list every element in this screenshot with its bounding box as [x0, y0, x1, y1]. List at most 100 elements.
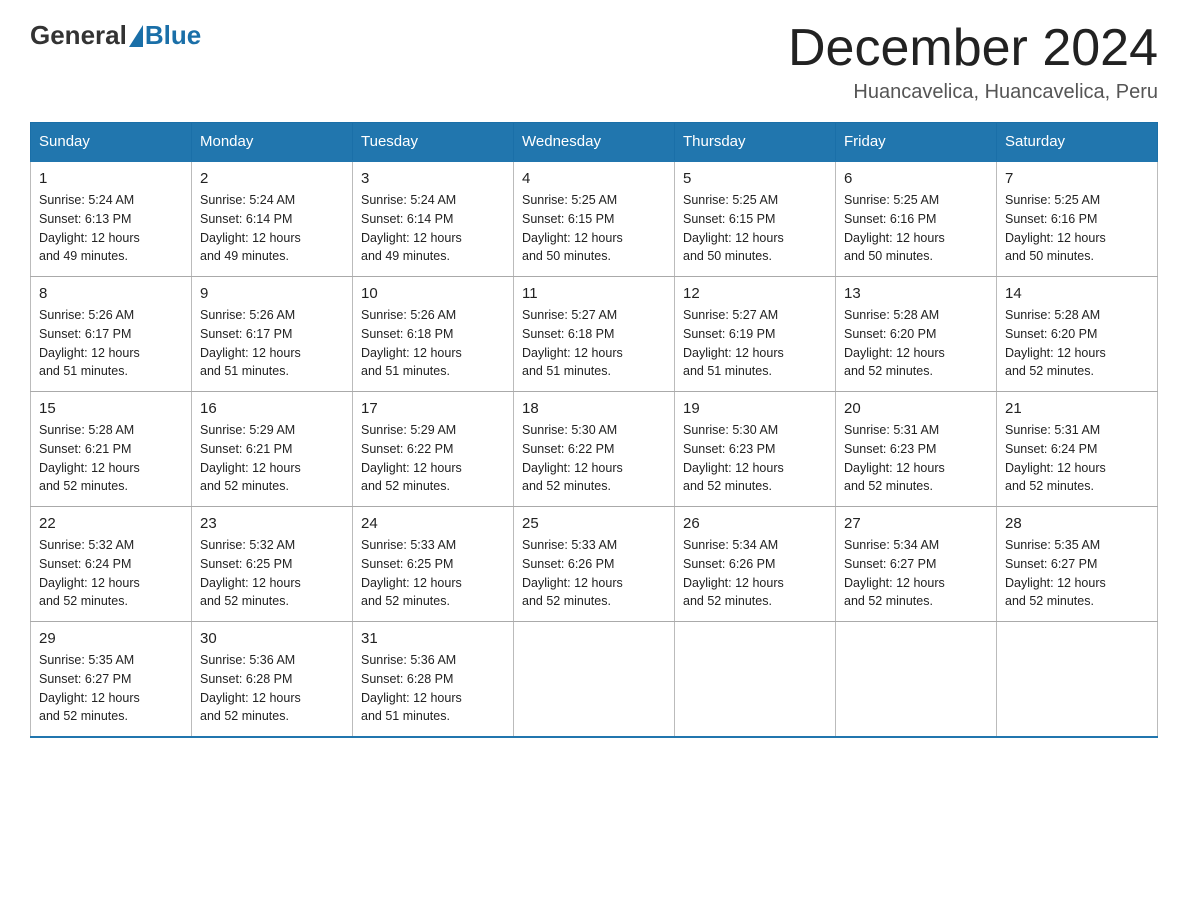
calendar-cell: 7 Sunrise: 5:25 AMSunset: 6:16 PMDayligh… [997, 161, 1158, 277]
calendar-cell: 1 Sunrise: 5:24 AMSunset: 6:13 PMDayligh… [31, 161, 192, 277]
day-number: 10 [361, 285, 505, 302]
calendar-cell: 16 Sunrise: 5:29 AMSunset: 6:21 PMDaylig… [192, 392, 353, 507]
day-info: Sunrise: 5:29 AMSunset: 6:21 PMDaylight:… [200, 421, 344, 496]
calendar-cell: 11 Sunrise: 5:27 AMSunset: 6:18 PMDaylig… [514, 277, 675, 392]
calendar-week-1: 1 Sunrise: 5:24 AMSunset: 6:13 PMDayligh… [31, 161, 1158, 277]
day-info: Sunrise: 5:24 AMSunset: 6:14 PMDaylight:… [361, 191, 505, 266]
calendar-week-3: 15 Sunrise: 5:28 AMSunset: 6:21 PMDaylig… [31, 392, 1158, 507]
calendar-cell: 3 Sunrise: 5:24 AMSunset: 6:14 PMDayligh… [353, 161, 514, 277]
day-info: Sunrise: 5:28 AMSunset: 6:20 PMDaylight:… [844, 306, 988, 381]
calendar-cell: 8 Sunrise: 5:26 AMSunset: 6:17 PMDayligh… [31, 277, 192, 392]
day-number: 17 [361, 400, 505, 417]
day-info: Sunrise: 5:28 AMSunset: 6:20 PMDaylight:… [1005, 306, 1149, 381]
day-number: 14 [1005, 285, 1149, 302]
day-info: Sunrise: 5:26 AMSunset: 6:18 PMDaylight:… [361, 306, 505, 381]
day-number: 9 [200, 285, 344, 302]
day-number: 29 [39, 630, 183, 647]
header-saturday: Saturday [997, 123, 1158, 162]
day-info: Sunrise: 5:25 AMSunset: 6:16 PMDaylight:… [844, 191, 988, 266]
calendar-table: Sunday Monday Tuesday Wednesday Thursday… [30, 122, 1158, 738]
day-number: 8 [39, 285, 183, 302]
calendar-cell: 6 Sunrise: 5:25 AMSunset: 6:16 PMDayligh… [836, 161, 997, 277]
calendar-cell: 21 Sunrise: 5:31 AMSunset: 6:24 PMDaylig… [997, 392, 1158, 507]
day-number: 20 [844, 400, 988, 417]
day-number: 19 [683, 400, 827, 417]
calendar-cell: 2 Sunrise: 5:24 AMSunset: 6:14 PMDayligh… [192, 161, 353, 277]
header-wednesday: Wednesday [514, 123, 675, 162]
logo-triangle-icon [129, 25, 143, 47]
day-number: 6 [844, 170, 988, 187]
day-info: Sunrise: 5:32 AMSunset: 6:25 PMDaylight:… [200, 536, 344, 611]
day-info: Sunrise: 5:31 AMSunset: 6:23 PMDaylight:… [844, 421, 988, 496]
title-area: December 2024 Huancavelica, Huancavelica… [788, 20, 1158, 104]
day-info: Sunrise: 5:24 AMSunset: 6:13 PMDaylight:… [39, 191, 183, 266]
month-title: December 2024 [788, 20, 1158, 77]
day-number: 25 [522, 515, 666, 532]
calendar-cell: 26 Sunrise: 5:34 AMSunset: 6:26 PMDaylig… [675, 507, 836, 622]
calendar-cell: 14 Sunrise: 5:28 AMSunset: 6:20 PMDaylig… [997, 277, 1158, 392]
calendar-cell: 18 Sunrise: 5:30 AMSunset: 6:22 PMDaylig… [514, 392, 675, 507]
day-info: Sunrise: 5:34 AMSunset: 6:26 PMDaylight:… [683, 536, 827, 611]
day-info: Sunrise: 5:31 AMSunset: 6:24 PMDaylight:… [1005, 421, 1149, 496]
day-info: Sunrise: 5:30 AMSunset: 6:22 PMDaylight:… [522, 421, 666, 496]
day-info: Sunrise: 5:33 AMSunset: 6:26 PMDaylight:… [522, 536, 666, 611]
calendar-cell: 10 Sunrise: 5:26 AMSunset: 6:18 PMDaylig… [353, 277, 514, 392]
calendar-cell: 28 Sunrise: 5:35 AMSunset: 6:27 PMDaylig… [997, 507, 1158, 622]
logo-blue-text: Blue [145, 20, 201, 51]
day-number: 13 [844, 285, 988, 302]
day-number: 12 [683, 285, 827, 302]
location-title: Huancavelica, Huancavelica, Peru [788, 81, 1158, 104]
day-number: 31 [361, 630, 505, 647]
day-info: Sunrise: 5:26 AMSunset: 6:17 PMDaylight:… [200, 306, 344, 381]
day-info: Sunrise: 5:32 AMSunset: 6:24 PMDaylight:… [39, 536, 183, 611]
day-number: 11 [522, 285, 666, 302]
logo-blue-part: Blue [127, 20, 201, 51]
day-number: 16 [200, 400, 344, 417]
calendar-week-4: 22 Sunrise: 5:32 AMSunset: 6:24 PMDaylig… [31, 507, 1158, 622]
calendar-cell: 31 Sunrise: 5:36 AMSunset: 6:28 PMDaylig… [353, 622, 514, 738]
calendar-cell [675, 622, 836, 738]
day-info: Sunrise: 5:29 AMSunset: 6:22 PMDaylight:… [361, 421, 505, 496]
calendar-cell: 20 Sunrise: 5:31 AMSunset: 6:23 PMDaylig… [836, 392, 997, 507]
calendar-cell: 15 Sunrise: 5:28 AMSunset: 6:21 PMDaylig… [31, 392, 192, 507]
day-number: 5 [683, 170, 827, 187]
day-info: Sunrise: 5:25 AMSunset: 6:16 PMDaylight:… [1005, 191, 1149, 266]
day-number: 22 [39, 515, 183, 532]
calendar-cell: 17 Sunrise: 5:29 AMSunset: 6:22 PMDaylig… [353, 392, 514, 507]
day-number: 23 [200, 515, 344, 532]
day-number: 21 [1005, 400, 1149, 417]
day-number: 27 [844, 515, 988, 532]
logo: General Blue [30, 20, 201, 51]
day-number: 30 [200, 630, 344, 647]
day-info: Sunrise: 5:24 AMSunset: 6:14 PMDaylight:… [200, 191, 344, 266]
calendar-cell: 4 Sunrise: 5:25 AMSunset: 6:15 PMDayligh… [514, 161, 675, 277]
header-sunday: Sunday [31, 123, 192, 162]
day-number: 7 [1005, 170, 1149, 187]
day-info: Sunrise: 5:26 AMSunset: 6:17 PMDaylight:… [39, 306, 183, 381]
calendar-week-2: 8 Sunrise: 5:26 AMSunset: 6:17 PMDayligh… [31, 277, 1158, 392]
day-info: Sunrise: 5:33 AMSunset: 6:25 PMDaylight:… [361, 536, 505, 611]
calendar-body: 1 Sunrise: 5:24 AMSunset: 6:13 PMDayligh… [31, 161, 1158, 737]
calendar-cell: 5 Sunrise: 5:25 AMSunset: 6:15 PMDayligh… [675, 161, 836, 277]
day-number: 2 [200, 170, 344, 187]
day-info: Sunrise: 5:27 AMSunset: 6:18 PMDaylight:… [522, 306, 666, 381]
calendar-cell: 24 Sunrise: 5:33 AMSunset: 6:25 PMDaylig… [353, 507, 514, 622]
day-info: Sunrise: 5:25 AMSunset: 6:15 PMDaylight:… [683, 191, 827, 266]
calendar-cell: 23 Sunrise: 5:32 AMSunset: 6:25 PMDaylig… [192, 507, 353, 622]
calendar-cell: 30 Sunrise: 5:36 AMSunset: 6:28 PMDaylig… [192, 622, 353, 738]
calendar-cell [514, 622, 675, 738]
header-row: Sunday Monday Tuesday Wednesday Thursday… [31, 123, 1158, 162]
day-info: Sunrise: 5:28 AMSunset: 6:21 PMDaylight:… [39, 421, 183, 496]
day-info: Sunrise: 5:35 AMSunset: 6:27 PMDaylight:… [1005, 536, 1149, 611]
calendar-cell [997, 622, 1158, 738]
calendar-cell: 25 Sunrise: 5:33 AMSunset: 6:26 PMDaylig… [514, 507, 675, 622]
header-tuesday: Tuesday [353, 123, 514, 162]
day-number: 15 [39, 400, 183, 417]
day-number: 26 [683, 515, 827, 532]
calendar-cell: 12 Sunrise: 5:27 AMSunset: 6:19 PMDaylig… [675, 277, 836, 392]
calendar-header: Sunday Monday Tuesday Wednesday Thursday… [31, 123, 1158, 162]
day-number: 4 [522, 170, 666, 187]
header-friday: Friday [836, 123, 997, 162]
logo-general-text: General [30, 20, 127, 51]
day-info: Sunrise: 5:36 AMSunset: 6:28 PMDaylight:… [361, 651, 505, 726]
